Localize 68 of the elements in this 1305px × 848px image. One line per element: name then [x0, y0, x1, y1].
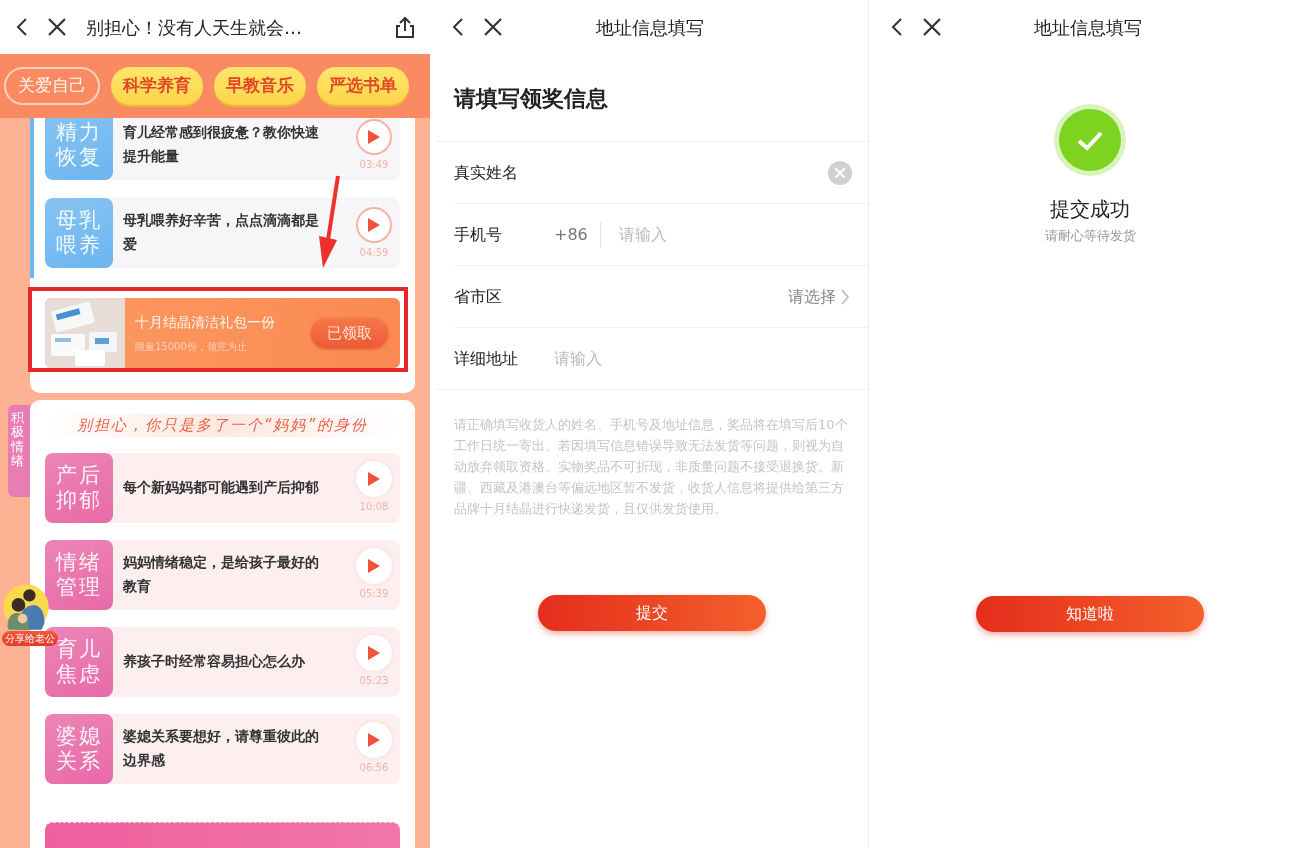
play-icon	[367, 732, 381, 748]
back-icon[interactable]	[450, 16, 464, 38]
item-title: 每个新妈妈都可能遇到产后抑郁	[123, 477, 320, 497]
play-button[interactable]	[356, 722, 392, 758]
play-icon	[367, 471, 381, 487]
share-button[interactable]: 分享给老公	[2, 631, 58, 646]
topic-tag: 产后抑郁	[56, 462, 102, 513]
category-tab[interactable]: 严选书单	[317, 67, 409, 105]
category-tab[interactable]: 早教音乐	[214, 67, 306, 105]
success-subtitle: 请耐心等待发货	[1044, 227, 1136, 245]
success-title: 提交成功	[1050, 196, 1130, 223]
confirm-button[interactable]: 知道啦	[976, 595, 1204, 632]
side-label: 积极情绪	[11, 411, 24, 469]
submit-button[interactable]: 提交	[538, 595, 766, 631]
input-field[interactable]: 请输入	[554, 346, 868, 371]
duration: 06:56	[359, 761, 389, 775]
audio-item[interactable]: 精力恢复 育儿经常感到很疲惫？教你快速提升能量 03:49	[45, 118, 400, 180]
play-button[interactable]	[356, 548, 392, 584]
page-title: 地址信息填写	[1033, 15, 1143, 40]
page-title: 别担心！没有人天生就会…	[86, 15, 302, 40]
field-label: 手机号	[454, 223, 503, 246]
input-field[interactable]: 请输入	[619, 222, 868, 247]
audio-item[interactable]: 婆媳关系 婆媳关系要想好，请尊重彼此的边界感 06:56	[45, 713, 400, 784]
play-icon	[367, 128, 381, 145]
region-select[interactable]: 请选择	[788, 284, 836, 309]
play-button[interactable]	[356, 118, 392, 155]
item-title: 母乳喂养好辛苦，点点滴滴都是爱	[123, 211, 320, 254]
back-icon[interactable]	[889, 16, 903, 38]
audio-item[interactable]: 情绪管理 妈妈情绪稳定，是给孩子最好的教育 05:39	[45, 539, 400, 610]
people-avatar-icon[interactable]	[2, 584, 50, 630]
gift-note: 限量15000份，领完为止	[135, 340, 248, 354]
topic-tag: 婆媳关系	[56, 723, 102, 774]
close-icon[interactable]	[921, 16, 943, 38]
audio-item[interactable]: 母乳喂养 母乳喂养好辛苦，点点滴滴都是爱 04:59	[45, 198, 400, 268]
close-icon[interactable]	[46, 16, 68, 38]
topic-tag: 精力恢复	[56, 120, 102, 170]
topic-tag: 情绪管理	[56, 549, 102, 600]
field-label: 省市区	[454, 285, 503, 308]
share-icon[interactable]	[394, 15, 416, 39]
item-title: 育儿经常感到很疲惫？教你快速提升能量	[123, 123, 320, 166]
country-code: +86	[554, 223, 589, 246]
gift-title: 十月结晶清洁礼包一份	[135, 313, 275, 332]
close-icon[interactable]	[482, 16, 504, 38]
field-label: 真实姓名	[454, 161, 519, 184]
claim-button[interactable]: 已领取	[311, 318, 388, 348]
form-heading: 请填写领奖信息	[436, 54, 868, 142]
play-button[interactable]	[356, 206, 392, 243]
play-icon	[367, 645, 381, 661]
field-label: 详细地址	[454, 347, 519, 370]
topic-tag: 母乳喂养	[56, 208, 102, 258]
item-title: 妈妈情绪稳定，是给孩子最好的教育	[123, 552, 320, 596]
category-tab[interactable]: 科学养育	[111, 67, 203, 105]
duration: 05:39	[359, 587, 389, 601]
back-icon[interactable]	[14, 16, 28, 38]
play-button[interactable]	[356, 635, 392, 671]
page-title: 地址信息填写	[595, 15, 705, 40]
item-title: 养孩子时经常容易担心怎么办	[123, 651, 306, 671]
category-tab[interactable]: 关爱自己	[4, 67, 100, 105]
play-icon	[367, 216, 381, 233]
duration: 10:08	[359, 500, 389, 514]
success-check-icon	[1054, 104, 1126, 176]
duration: 05:23	[359, 674, 389, 688]
play-button[interactable]	[356, 461, 392, 497]
duration: 04:59	[359, 245, 389, 260]
duration: 03:49	[359, 157, 389, 172]
item-title: 婆媳关系要想好，请尊重彼此的边界感	[123, 726, 320, 770]
play-icon	[367, 558, 381, 574]
topic-tag: 育儿焦虑	[56, 636, 102, 687]
